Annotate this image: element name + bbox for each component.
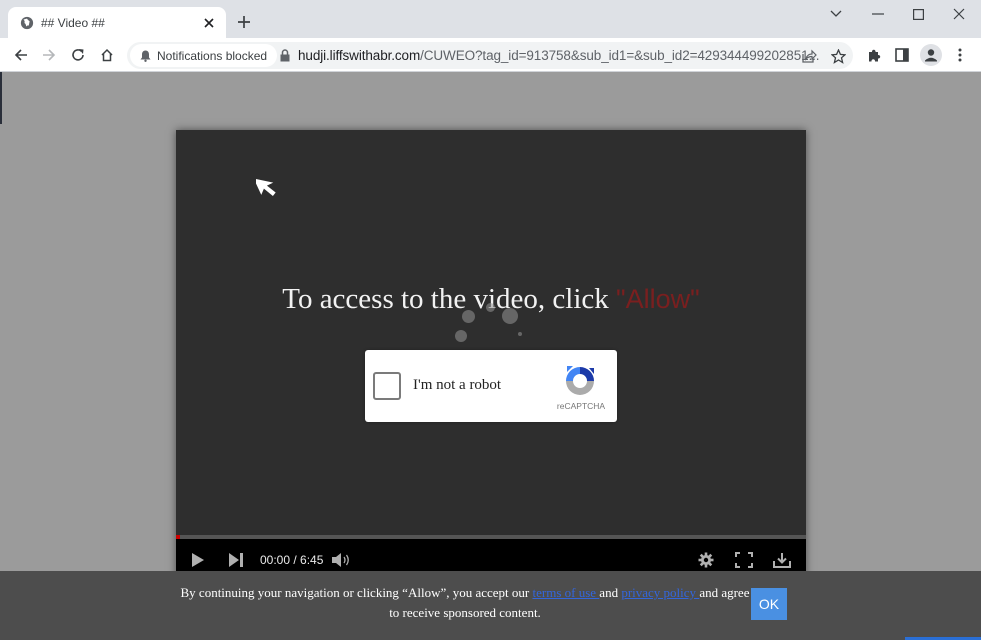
video-player[interactable]: To access to the video, click "Allow" I'… xyxy=(176,130,806,580)
tab-video[interactable]: ## Video ## xyxy=(8,7,226,39)
arrow-cursor-icon xyxy=(256,178,276,197)
browser-menu-icon[interactable] xyxy=(949,44,971,66)
tab-strip: ## Video ## xyxy=(0,0,981,39)
consent-text-intro: By continuing your navigation or clickin… xyxy=(180,585,533,600)
share-icon[interactable] xyxy=(799,46,819,66)
tab-close-icon[interactable] xyxy=(200,14,218,32)
loading-spinner-dot xyxy=(455,330,467,342)
loading-spinner-dot xyxy=(518,332,522,336)
new-tab-button[interactable] xyxy=(234,12,254,32)
skip-next-button[interactable] xyxy=(224,549,248,571)
tab-search-chevron-icon[interactable] xyxy=(824,4,848,24)
headline-allow-word: "Allow" xyxy=(616,284,700,314)
notifications-blocked-label: Notifications blocked xyxy=(157,48,268,63)
bookmark-star-icon[interactable] xyxy=(828,46,848,66)
profile-avatar-icon[interactable] xyxy=(920,44,942,66)
left-edge-strip xyxy=(0,72,2,124)
loading-spinner-dot xyxy=(486,303,495,312)
consent-text-and: and xyxy=(599,585,622,600)
globe-icon xyxy=(20,16,34,30)
address-bar[interactable]: Notifications blocked hudji.liffswithabr… xyxy=(127,42,853,69)
extensions-puzzle-icon[interactable] xyxy=(863,44,885,66)
captcha-label: I'm not a robot xyxy=(413,377,502,393)
bell-icon xyxy=(140,50,151,62)
notifications-blocked-chip[interactable]: Notifications blocked xyxy=(130,44,278,67)
reload-button[interactable] xyxy=(67,44,89,66)
download-button[interactable] xyxy=(770,549,794,571)
minimize-button[interactable] xyxy=(866,4,890,24)
recaptcha-logo-icon xyxy=(566,366,594,395)
ok-button[interactable]: OK xyxy=(751,588,787,620)
tab-title: ## Video ## xyxy=(41,16,105,30)
home-button[interactable] xyxy=(96,44,118,66)
headline-text: To access to the video, click xyxy=(282,283,617,315)
back-button[interactable] xyxy=(10,44,32,66)
loading-spinner-dot xyxy=(502,308,518,324)
browser-window: ## Video ## Notifications blocked hudji.… xyxy=(0,0,981,640)
settings-gear-button[interactable] xyxy=(694,549,718,571)
url-text[interactable]: hudji.liffswithabr.com/CUWEO?tag_id=9137… xyxy=(298,48,820,63)
video-timecode: 00:00 / 6:45 xyxy=(260,553,324,567)
forward-button[interactable] xyxy=(38,44,60,66)
url-host: hudji.liffswithabr.com xyxy=(298,48,421,63)
consent-banner: By continuing your navigation or clickin… xyxy=(0,571,981,640)
recaptcha-widget[interactable]: I'm not a robot reCAPTCHA xyxy=(365,350,617,422)
play-button[interactable] xyxy=(186,549,210,571)
browser-toolbar: Notifications blocked hudji.liffswithabr… xyxy=(0,38,981,72)
terms-of-use-link[interactable]: terms of use xyxy=(533,585,600,600)
volume-button[interactable] xyxy=(329,549,353,571)
lock-icon[interactable] xyxy=(279,49,291,62)
captcha-checkbox[interactable] xyxy=(373,372,401,400)
url-path: /CUWEO?tag_id=913758&sub_id1=&sub_id2=42… xyxy=(420,48,820,63)
recaptcha-brand: reCAPTCHA xyxy=(556,401,606,411)
fullscreen-button[interactable] xyxy=(732,549,756,571)
consent-text: By continuing your navigation or clickin… xyxy=(180,583,750,622)
loading-spinner-dot xyxy=(462,310,475,323)
page-content: To access to the video, click "Allow" I'… xyxy=(0,72,981,640)
maximize-button[interactable] xyxy=(906,4,930,24)
window-close-button[interactable] xyxy=(947,4,971,24)
side-panel-icon[interactable] xyxy=(891,44,913,66)
privacy-policy-link[interactable]: privacy policy xyxy=(621,585,699,600)
